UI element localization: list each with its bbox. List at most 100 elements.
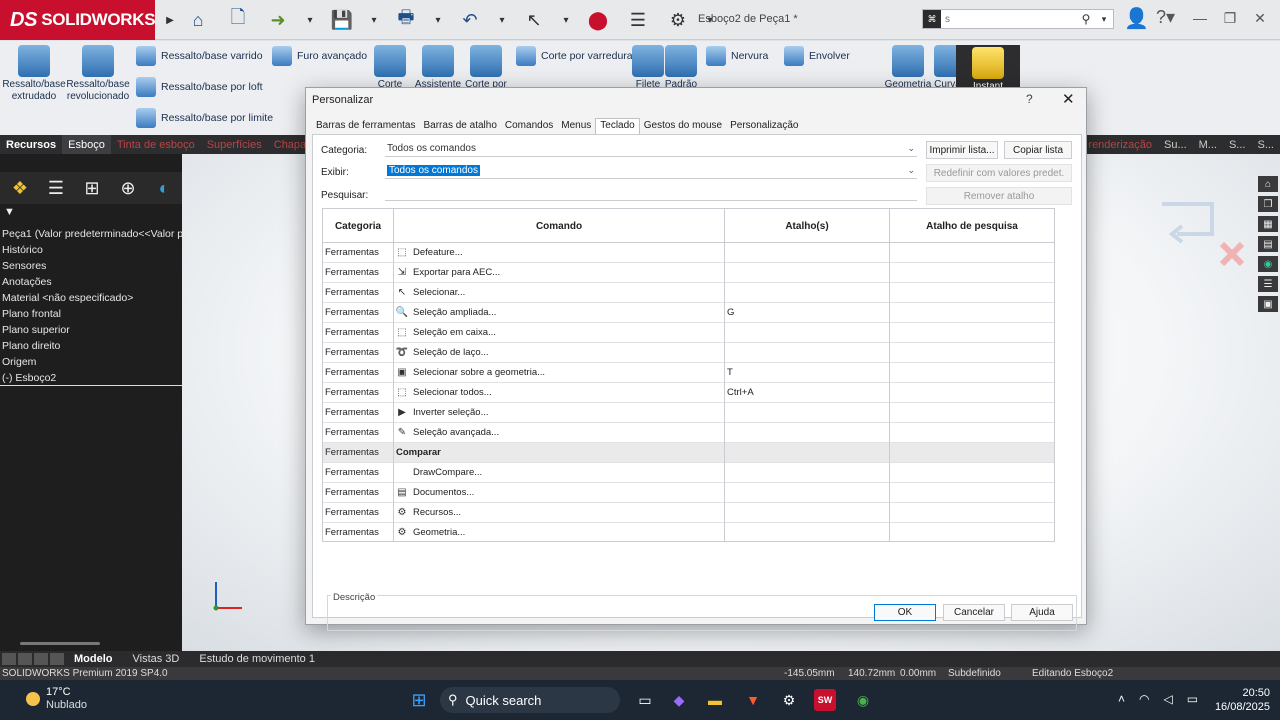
cell-shortcut[interactable]: T <box>725 363 890 383</box>
tree-item-historico[interactable]: Histórico <box>0 242 182 258</box>
save-icon[interactable]: 💾 <box>325 6 359 34</box>
restore-icon[interactable]: ❐ <box>1220 6 1240 30</box>
cell-shortcut[interactable] <box>725 423 890 443</box>
cell-search-shortcut[interactable] <box>890 483 1054 503</box>
cell-search-shortcut[interactable] <box>890 423 1054 443</box>
extruded-boss-button[interactable]: Ressalto/base extrudado <box>2 45 66 103</box>
undo-dropdown-icon[interactable]: ▾ <box>493 6 511 34</box>
table-row[interactable]: Ferramentas Comparar <box>323 443 1054 463</box>
reset-defaults-button[interactable]: Redefinir com valores predet. <box>926 164 1072 182</box>
search-dropdown-icon[interactable]: ▾ <box>1095 14 1113 25</box>
open-dropdown-icon[interactable]: ▾ <box>301 6 319 34</box>
lofted-boss-button[interactable]: Ressalto/base por loft <box>136 76 263 98</box>
header-atalho-de-pesquisa[interactable]: Atalho de pesquisa <box>890 209 1054 243</box>
tab-gestos-do-mouse[interactable]: Gestos do mouse <box>640 118 726 134</box>
wifi-icon[interactable]: ◠ <box>1139 692 1149 706</box>
battery-icon[interactable]: ▭ <box>1187 692 1198 706</box>
cell-shortcut[interactable]: G <box>725 303 890 323</box>
table-row[interactable]: Ferramentas ⬚ Seleção em caixa... <box>323 323 1054 343</box>
clock[interactable]: 20:50 16/08/2025 <box>1210 686 1270 714</box>
dimxpert-icon[interactable]: ⊕ <box>114 175 142 201</box>
show-select[interactable]: Todos os comandos ⌄ <box>385 163 917 179</box>
cell-search-shortcut[interactable] <box>890 323 1054 343</box>
tab-modelo[interactable]: Modelo <box>64 653 123 665</box>
tab-personalizacao[interactable]: Personalização <box>726 118 802 134</box>
tab-teclado[interactable]: Teclado <box>595 118 640 134</box>
filter-icon[interactable]: ▼ <box>4 206 15 218</box>
tab-tinta-de-esboco[interactable]: Tinta de esboço <box>111 135 201 154</box>
swept-boss-button[interactable]: Ressalto/base varrido <box>136 45 263 67</box>
tree-item-anotacoes[interactable]: Anotações <box>0 274 182 290</box>
file-explorer-icon[interactable]: ▬ <box>704 689 726 711</box>
cell-shortcut[interactable] <box>725 503 890 523</box>
tree-item-esboco2[interactable]: (-) Esboço2 <box>0 370 182 386</box>
rib-button[interactable]: Nervura <box>706 45 768 67</box>
confirmation-corner[interactable] <box>1152 194 1252 274</box>
revolved-boss-button[interactable]: Ressalto/base revolucionado <box>66 45 130 103</box>
first-tab-icon[interactable] <box>2 653 16 665</box>
revolved-cut-button[interactable]: Corte por <box>454 45 518 91</box>
task-home-icon[interactable]: ⌂ <box>1258 176 1278 192</box>
undo-icon[interactable]: ↶ <box>453 6 487 34</box>
task-resources-icon[interactable]: ❒ <box>1258 196 1278 212</box>
select-dropdown-icon[interactable]: ▾ <box>557 6 575 34</box>
tab-s2[interactable]: S... <box>1251 135 1280 154</box>
cell-shortcut[interactable] <box>725 523 890 541</box>
tab-su[interactable]: Su... <box>1158 135 1193 154</box>
tree-item-origem[interactable]: Origem <box>0 354 182 370</box>
table-row[interactable]: Ferramentas ⬚ Defeature... <box>323 243 1054 263</box>
tab-s1[interactable]: S... <box>1223 135 1252 154</box>
header-atalhos[interactable]: Atalho(s) <box>725 209 890 243</box>
settings-app-icon[interactable]: ⚙ <box>778 689 800 711</box>
print-dropdown-icon[interactable]: ▾ <box>429 6 447 34</box>
last-tab-icon[interactable] <box>50 653 64 665</box>
weather-widget[interactable]: 17°C Nublado <box>26 686 87 711</box>
tab-barras-de-atalho[interactable]: Barras de atalho <box>420 118 501 134</box>
tree-root-part[interactable]: Peça1 (Valor predeterminado<<Valor pred <box>0 226 182 242</box>
cancel-button[interactable]: Cancelar <box>943 604 1005 621</box>
task-palette-icon[interactable]: ▣ <box>1258 296 1278 312</box>
tree-item-plano-frontal[interactable]: Plano frontal <box>0 306 182 322</box>
task-explorer-icon[interactable]: ▤ <box>1258 236 1278 252</box>
tab-barras-de-ferramentas[interactable]: Barras de ferramentas <box>312 118 420 134</box>
table-row[interactable]: Ferramentas ⬚ Selecionar todos... Ctrl+A <box>323 383 1054 403</box>
pattern-button[interactable]: Padrão <box>649 45 713 91</box>
tray-overflow-icon[interactable]: ˄ <box>1118 692 1125 706</box>
command-search-icon[interactable]: ⌘ <box>923 10 941 28</box>
cell-search-shortcut[interactable] <box>890 383 1054 403</box>
tab-esboco[interactable]: Esboço <box>62 135 111 154</box>
display-manager-icon[interactable]: ◐ <box>150 175 178 201</box>
user-icon[interactable]: 👤 <box>1124 6 1149 31</box>
cell-search-shortcut[interactable] <box>890 443 1054 463</box>
tab-estudo-movimento[interactable]: Estudo de movimento 1 <box>189 653 325 665</box>
solidworks-logo[interactable]: DS SOLIDWORKS <box>0 0 156 40</box>
prev-tab-icon[interactable] <box>18 653 32 665</box>
property-manager-icon[interactable]: ☰ <box>42 175 70 201</box>
new-file-icon[interactable]: 🗋 <box>221 6 255 34</box>
tab-vistas-3d[interactable]: Vistas 3D <box>123 653 190 665</box>
cell-search-shortcut[interactable] <box>890 463 1054 483</box>
cell-shortcut[interactable] <box>725 343 890 363</box>
dialog-help-icon[interactable]: ? <box>1026 92 1033 106</box>
task-properties-icon[interactable]: ☰ <box>1258 276 1278 292</box>
cell-search-shortcut[interactable] <box>890 263 1054 283</box>
cell-shortcut[interactable] <box>725 243 890 263</box>
cell-shortcut[interactable] <box>725 483 890 503</box>
task-library-icon[interactable]: ▦ <box>1258 216 1278 232</box>
search-field[interactable] <box>385 185 917 201</box>
table-row[interactable]: Ferramentas DrawCompare... <box>323 463 1054 483</box>
cell-shortcut[interactable] <box>725 403 890 423</box>
help-icon[interactable]: ?▾ <box>1156 7 1175 28</box>
brave-browser-icon[interactable]: ▼ <box>742 689 764 711</box>
select-icon[interactable]: ↖ <box>517 6 551 34</box>
task-view-icon[interactable]: ▭ <box>634 689 656 711</box>
cell-search-shortcut[interactable] <box>890 403 1054 423</box>
cell-search-shortcut[interactable] <box>890 283 1054 303</box>
boundary-boss-button[interactable]: Ressalto/base por limite <box>136 107 273 129</box>
feature-panel-scrollbar[interactable] <box>20 642 100 645</box>
tab-m[interactable]: M... <box>1193 135 1223 154</box>
tab-recursos[interactable]: Recursos <box>0 135 62 154</box>
configuration-manager-icon[interactable]: ⊞ <box>78 175 106 201</box>
search-commands-box[interactable]: ⌘ ⚲ ▾ <box>922 9 1114 29</box>
header-comando[interactable]: Comando <box>394 209 725 243</box>
